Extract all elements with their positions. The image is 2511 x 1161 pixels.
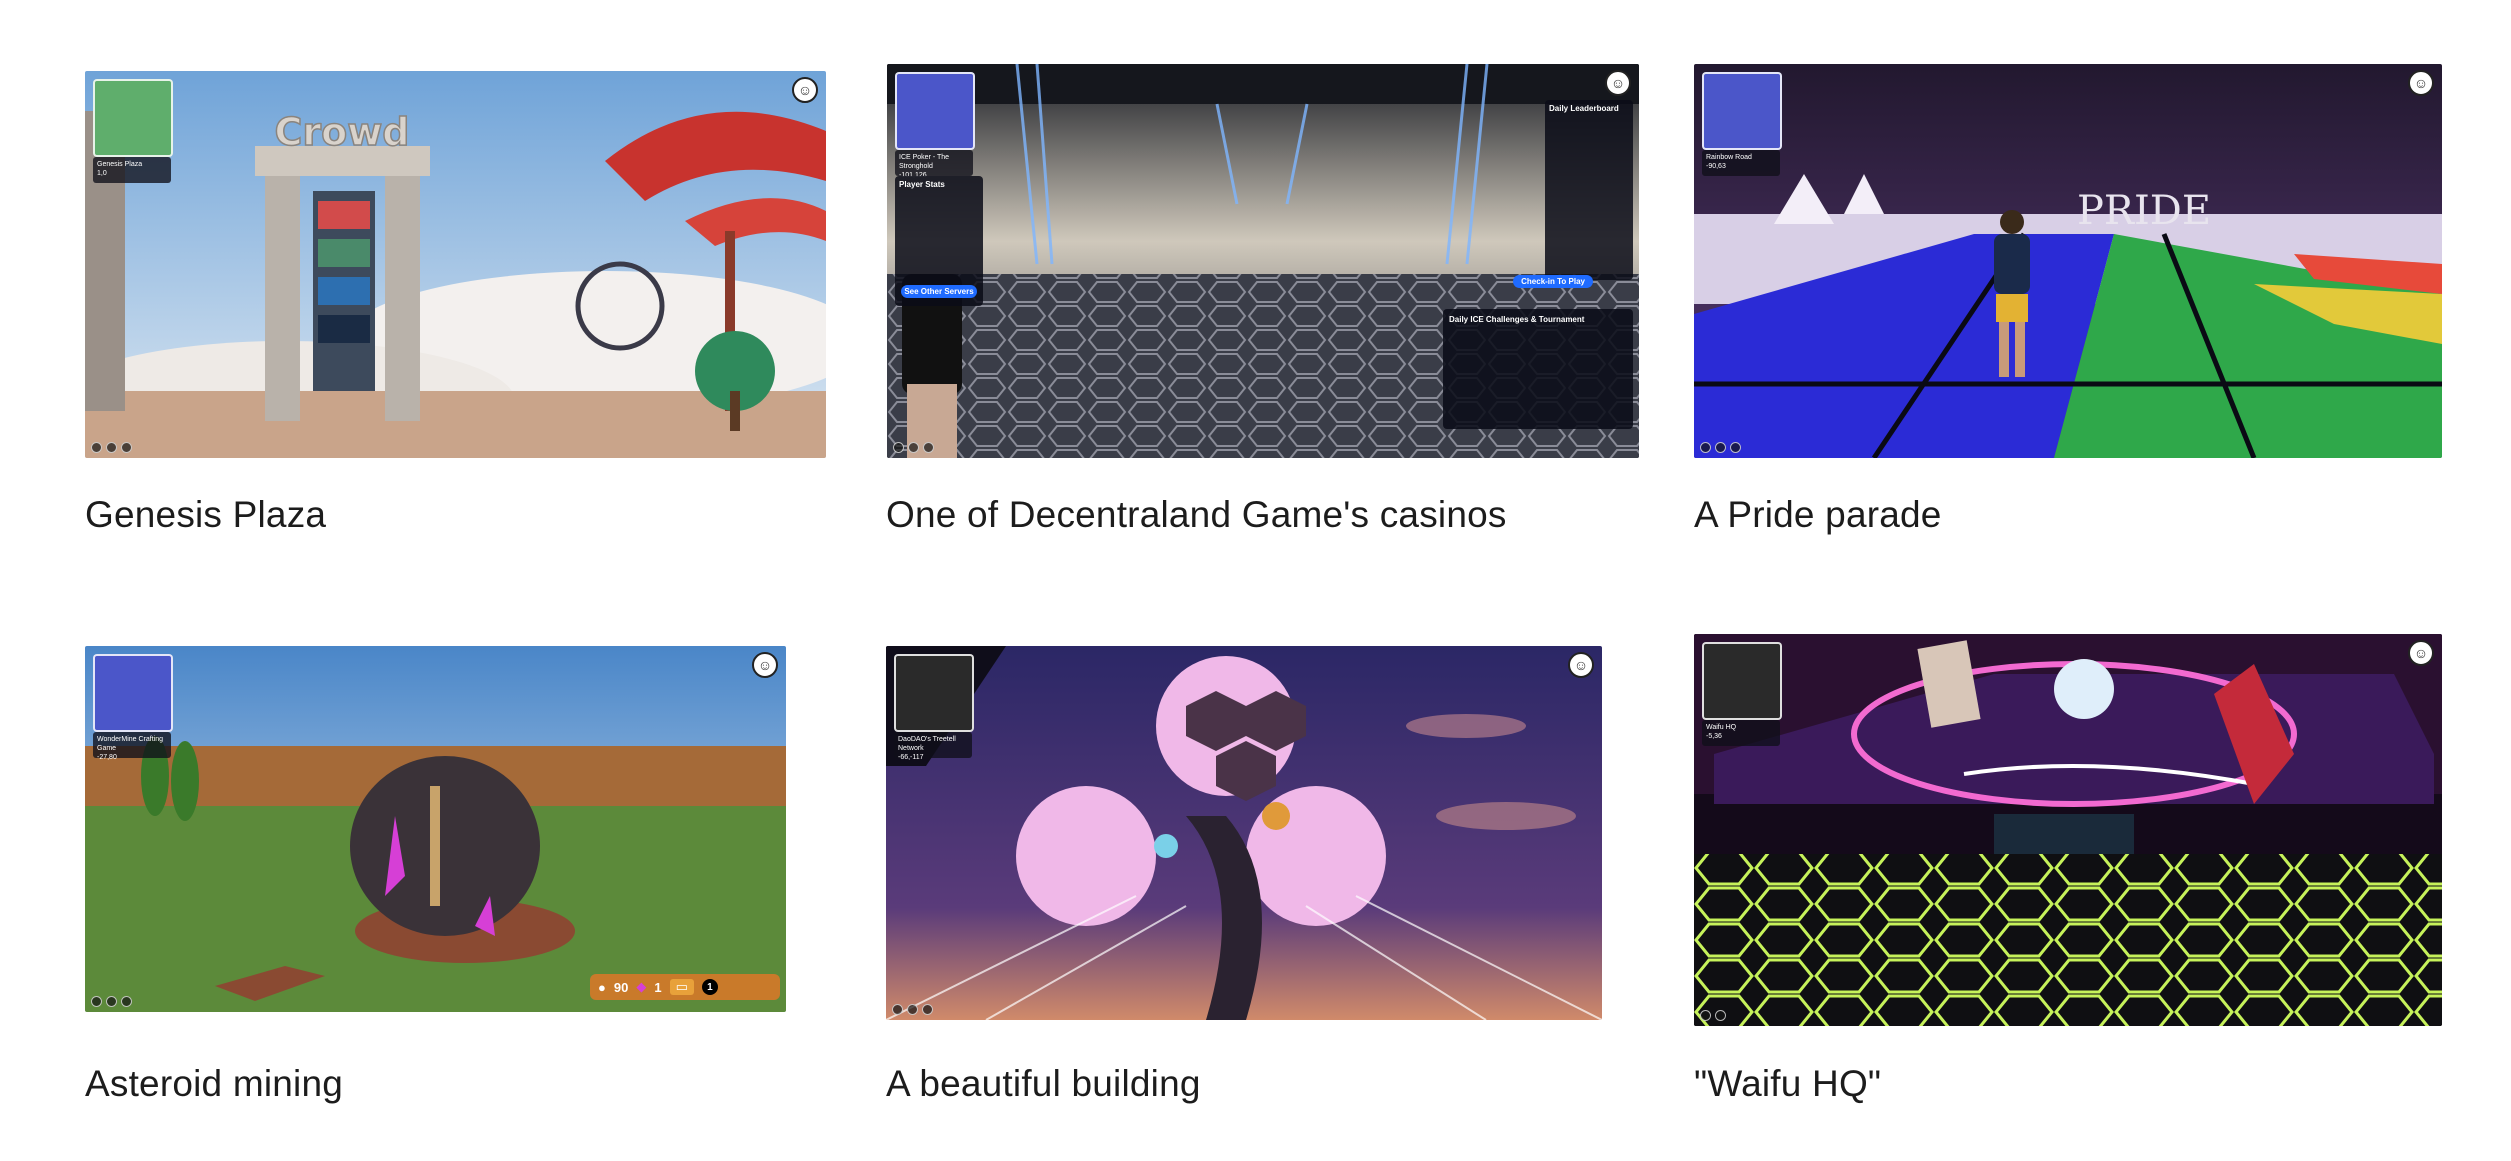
screenshot-waifu-hq[interactable]: Waifu HQ -5,36 ☺ bbox=[1694, 634, 2442, 1026]
screenshot-asteroid-mining[interactable]: WonderMine Crafting Game -27,80 ● 90 ◆ 1 ▭… bbox=[85, 646, 786, 1012]
mic-icon[interactable] bbox=[91, 441, 102, 453]
location-name: DaoDAO's Treetell Network bbox=[898, 736, 956, 752]
friends-icon[interactable] bbox=[922, 1003, 933, 1015]
location-coords: 1,0 bbox=[97, 170, 107, 177]
chat-icon[interactable] bbox=[1715, 441, 1726, 453]
location-coords: -66,-117 bbox=[898, 754, 924, 761]
friends-icon[interactable] bbox=[121, 441, 132, 453]
profile-avatar-icon[interactable]: ☺ bbox=[792, 77, 818, 103]
profile-avatar-icon[interactable]: ☺ bbox=[752, 652, 778, 678]
location-name: Rainbow Road bbox=[1706, 154, 1752, 161]
scene-waifu-hq bbox=[1694, 634, 2442, 1026]
ice-challenges-title: Daily ICE Challenges & Tournament bbox=[1449, 315, 1585, 324]
leaderboard-title: Daily Leaderboard bbox=[1549, 104, 1619, 113]
mic-icon[interactable] bbox=[892, 1003, 903, 1015]
chat-icon[interactable] bbox=[1715, 1009, 1726, 1021]
minimap[interactable] bbox=[895, 72, 975, 150]
gem-icon: ◆ bbox=[636, 979, 647, 994]
friends-icon[interactable] bbox=[121, 995, 132, 1007]
screenshot-pride-parade[interactable]: PRIDE Rainbow Road -90,63 ☺ bbox=[1694, 64, 2442, 458]
location-label: ICE Poker - The Stronghold -101,126 bbox=[895, 150, 973, 179]
bottom-hud-icons[interactable] bbox=[91, 440, 141, 454]
pride-sign: PRIDE bbox=[2077, 188, 2211, 234]
mic-icon[interactable] bbox=[893, 441, 904, 453]
gem-count: 1 bbox=[654, 979, 662, 995]
location-name: Genesis Plaza bbox=[97, 161, 143, 168]
location-label: Genesis Plaza 1,0 bbox=[93, 157, 171, 183]
location-coords: -90,63 bbox=[1706, 163, 1726, 170]
minimap[interactable] bbox=[894, 654, 974, 732]
minimap[interactable] bbox=[1702, 72, 1782, 150]
mic-icon[interactable] bbox=[1700, 441, 1711, 453]
scene-beautiful-building bbox=[886, 646, 1602, 1020]
player-stats-panel: Player Stats See Other Servers bbox=[895, 176, 983, 306]
chest-icon[interactable]: ▭ bbox=[669, 979, 694, 995]
coin-icon: ● bbox=[598, 979, 606, 995]
location-label: DaoDAO's Treetell Network -66,-117 bbox=[894, 732, 972, 761]
location-name: Waifu HQ bbox=[1706, 724, 1737, 731]
coin-count: 90 bbox=[613, 979, 629, 995]
minimap[interactable] bbox=[1702, 642, 1782, 720]
chat-icon[interactable] bbox=[908, 441, 919, 453]
profile-avatar-icon[interactable]: ☺ bbox=[1605, 70, 1631, 96]
screenshot-beautiful-building[interactable]: DaoDAO's Treetell Network -66,-117 ☺ bbox=[886, 646, 1602, 1020]
screenshot-genesis-plaza[interactable]: Crowd Genesis Plaza 1,0 ☺ bbox=[85, 71, 826, 458]
profile-avatar-icon[interactable]: ☺ bbox=[2408, 640, 2434, 666]
crowd-sign: Crowd bbox=[274, 110, 409, 154]
bottom-hud-icons[interactable] bbox=[892, 1002, 942, 1016]
minimap[interactable] bbox=[93, 79, 173, 157]
caption-genesis-plaza: Genesis Plaza bbox=[85, 494, 327, 535]
caption-casino: One of Decentraland Game's casinos bbox=[886, 494, 1507, 535]
scene-genesis-plaza: Crowd bbox=[85, 71, 826, 458]
chat-icon[interactable] bbox=[106, 995, 117, 1007]
location-coords: -27,80 bbox=[97, 754, 117, 761]
location-name: ICE Poker - The Stronghold bbox=[899, 154, 950, 170]
location-label: WonderMine Crafting Game -27,80 bbox=[93, 732, 171, 761]
chat-icon[interactable] bbox=[106, 441, 117, 453]
chat-icon[interactable] bbox=[907, 1003, 918, 1015]
location-label: Rainbow Road -90,63 bbox=[1702, 150, 1780, 176]
friends-icon[interactable] bbox=[1730, 441, 1741, 453]
location-name: WonderMine Crafting Game bbox=[97, 736, 164, 752]
caption-waifu-hq: "Waifu HQ" bbox=[1694, 1063, 1882, 1104]
location-label: Waifu HQ -5,36 bbox=[1702, 720, 1780, 746]
profile-avatar-icon[interactable]: ☺ bbox=[1568, 652, 1594, 678]
mic-icon[interactable] bbox=[1700, 1009, 1711, 1021]
item-count: 1 bbox=[701, 979, 718, 995]
profile-avatar-icon[interactable]: ☺ bbox=[2408, 70, 2434, 96]
resource-bar: ● 90 ◆ 1 ▭ 1 bbox=[590, 974, 780, 1000]
screenshot-casino[interactable]: ICE Poker - The Stronghold -101,126 Play… bbox=[887, 64, 1639, 458]
bottom-hud-icons[interactable] bbox=[1700, 440, 1750, 454]
player-stats-title: Player Stats bbox=[899, 180, 945, 189]
ice-challenges-panel: Daily ICE Challenges & Tournament Check-… bbox=[1443, 275, 1633, 429]
scene-pride-parade: PRIDE bbox=[1694, 64, 2442, 458]
check-in-button[interactable]: Check-in To Play bbox=[1513, 275, 1593, 288]
location-coords: -5,36 bbox=[1706, 733, 1722, 740]
see-other-servers-button[interactable]: See Other Servers bbox=[901, 285, 977, 298]
bottom-hud-icons[interactable] bbox=[91, 994, 141, 1008]
caption-asteroid-mining: Asteroid mining bbox=[85, 1063, 344, 1104]
bottom-hud-icons[interactable] bbox=[893, 440, 943, 454]
friends-icon[interactable] bbox=[923, 441, 934, 453]
caption-pride-parade: A Pride parade bbox=[1694, 494, 1942, 535]
minimap[interactable] bbox=[93, 654, 173, 732]
mic-icon[interactable] bbox=[91, 995, 102, 1007]
bottom-hud-icons[interactable] bbox=[1700, 1008, 1750, 1022]
caption-beautiful-building: A beautiful building bbox=[886, 1063, 1201, 1104]
daily-leaderboard-panel: Daily Leaderboard bbox=[1545, 100, 1633, 280]
scene-asteroid-mining bbox=[85, 646, 786, 1012]
